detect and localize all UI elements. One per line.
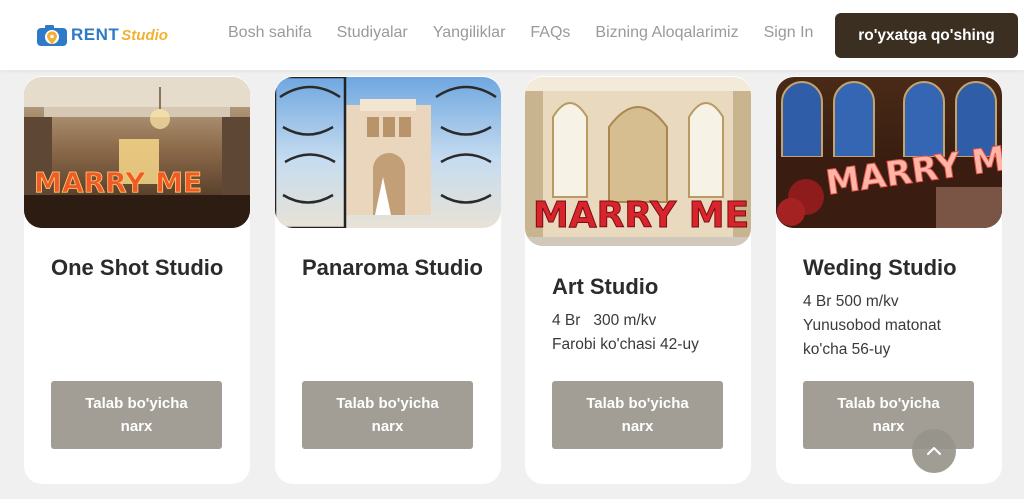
signup-button[interactable]: ro'yxatga qo'shing: [835, 13, 1018, 58]
studio-photo[interactable]: MARRY ME: [776, 77, 1002, 228]
chevron-up-icon: [927, 447, 941, 455]
card-title: Art Studio: [552, 274, 659, 299]
studio-photo[interactable]: MARRY ME: [24, 77, 250, 228]
price-on-request-button[interactable]: Talab bo'yicha narx: [302, 381, 473, 449]
card-detail: 4 Br 500 m/kv: [803, 293, 899, 310]
camera-location-icon: [37, 25, 67, 46]
card-title: Weding Studio: [803, 255, 957, 280]
nav-link-news[interactable]: Yangiliklar: [433, 24, 506, 42]
studio-photo[interactable]: MARRY ME: [525, 77, 751, 246]
card-title: One Shot Studio: [51, 255, 224, 280]
scroll-to-top-button[interactable]: [912, 429, 956, 473]
price-on-request-button[interactable]: Talab bo'yicha narx: [552, 381, 723, 449]
studio-photo[interactable]: [275, 77, 501, 228]
studio-card-panaroma: Panaroma Studio Talab bo'yicha narx: [275, 76, 501, 484]
navbar: RENT Studio Bosh sahifa Studiyalar Yangi…: [0, 0, 1024, 70]
studio-card-art: MARRY ME Art Studio 4 Br 300 m/kv Farobi…: [525, 76, 751, 484]
image-sign-text: MARRY ME: [34, 166, 202, 199]
nav-link-contacts[interactable]: Bizning Aloqalarimiz: [595, 24, 738, 42]
nav-link-faqs[interactable]: FAQs: [530, 24, 570, 42]
nav-link-studios[interactable]: Studiyalar: [337, 24, 408, 42]
studio-card-one-shot: MARRY ME One Shot Studio Talab bo'yicha …: [24, 76, 250, 484]
card-address: Yunusobod matonat ko'cha 56-uy: [803, 317, 941, 358]
image-sign-text: MARRY ME: [533, 195, 749, 236]
logo[interactable]: RENT Studio: [36, 22, 168, 48]
nav-link-sign-in[interactable]: Sign In: [764, 24, 814, 42]
logo-text-rent: RENT: [71, 25, 120, 44]
nav-link-home[interactable]: Bosh sahifa: [228, 24, 312, 42]
card-address: Farobi ko'chasi 42-uy: [552, 336, 699, 353]
card-title: Panaroma Studio: [302, 255, 483, 280]
price-on-request-button[interactable]: Talab bo'yicha narx: [51, 381, 222, 449]
logo-text-studio: Studio: [121, 26, 168, 44]
nav-links: Bosh sahifa Studiyalar Yangiliklar FAQs …: [228, 24, 813, 42]
studio-card-weding: MARRY ME Weding Studio 4 Br 500 m/kv Yun…: [776, 76, 1002, 484]
card-detail: 4 Br 300 m/kv: [552, 312, 657, 329]
